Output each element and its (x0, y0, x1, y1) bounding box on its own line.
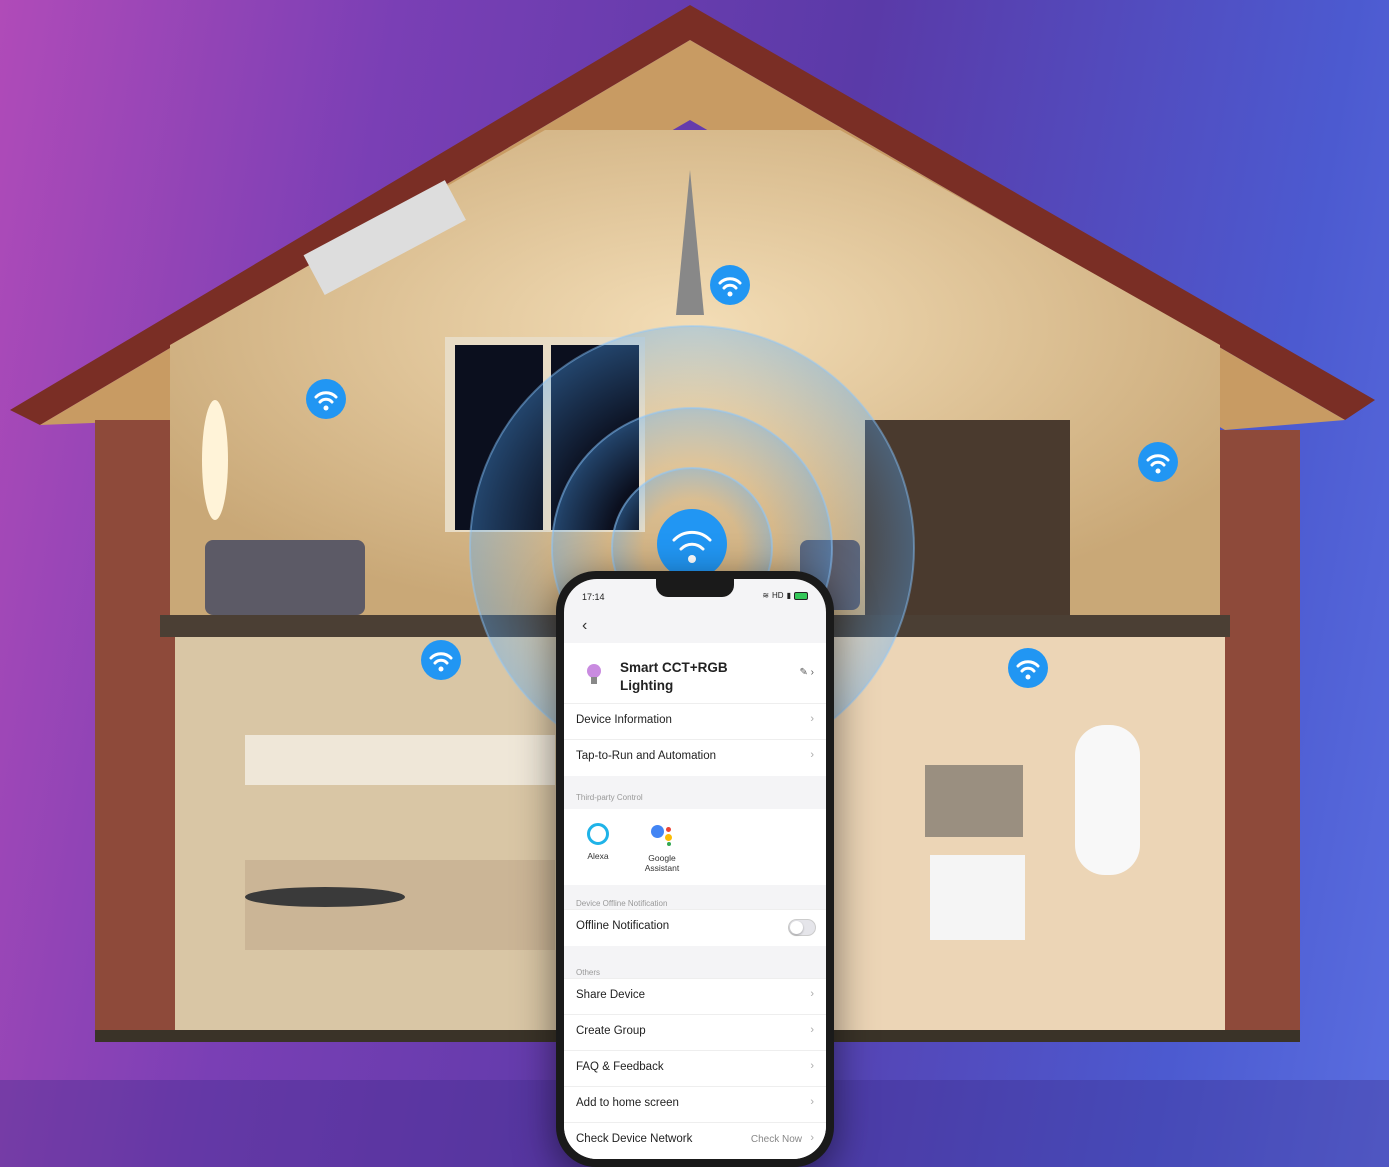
row-label: Offline Notification (576, 920, 670, 932)
row-faq-feedback[interactable]: FAQ & Feedback › (564, 1050, 826, 1087)
chevron-right-icon: › (810, 1096, 814, 1108)
phone-notch (656, 579, 734, 597)
sofa (205, 540, 365, 615)
row-device-information[interactable]: Device Information › (564, 703, 826, 740)
offline-toggle[interactable] (788, 919, 816, 936)
battery-icon (794, 591, 808, 600)
chevron-right-icon: › (810, 749, 814, 761)
brick-wall-right (1220, 430, 1300, 1040)
google-assistant-icon (649, 823, 675, 849)
hd-label: HD (772, 591, 784, 600)
signal-icon: ▮ (786, 591, 791, 600)
row-create-group[interactable]: Create Group › (564, 1014, 826, 1051)
chevron-right-icon: › (810, 713, 814, 725)
wifi-status-icon: ≋ (762, 591, 770, 600)
row-check-device-network[interactable]: Check Device Network Check Now › (564, 1122, 826, 1159)
edit-icon[interactable]: ✎ › (800, 667, 815, 678)
kitchen (175, 637, 560, 1032)
row-label: Check Device Network (576, 1133, 693, 1145)
back-icon[interactable]: ‹ (582, 617, 587, 635)
alexa-button[interactable]: Alexa (576, 823, 620, 861)
section-third-party: Third-party Control (576, 793, 643, 802)
row-label: Tap-to-Run and Automation (576, 750, 717, 762)
section-offline: Device Offline Notification (576, 899, 668, 908)
section-others: Others (576, 968, 601, 977)
row-offline-notification: Offline Notification (564, 909, 826, 946)
row-add-to-home-screen[interactable]: Add to home screen › (564, 1086, 826, 1123)
check-now-value: Check Now (750, 1134, 802, 1145)
alexa-label: Alexa (587, 851, 609, 861)
row-label: Add to home screen (576, 1097, 679, 1109)
row-label: Device Information (576, 714, 672, 726)
google-assistant-label: Google Assistant (644, 853, 680, 873)
row-share-device[interactable]: Share Device › (564, 978, 826, 1015)
alexa-icon (587, 823, 609, 845)
row-label: FAQ & Feedback (576, 1061, 664, 1073)
bulb-icon (587, 664, 601, 684)
chevron-right-icon: › (810, 988, 814, 1000)
row-label: Share Device (576, 989, 646, 1001)
google-assistant-button[interactable]: Google Assistant (640, 823, 684, 873)
smartphone: 17:14 ≋ HD ▮ ‹ Smart CCT+RGB Lighting ✎ … (556, 571, 834, 1167)
brick-wall-left (95, 420, 175, 1040)
device-name: Smart CCT+RGB Lighting (620, 660, 728, 693)
app-screen: 17:14 ≋ HD ▮ ‹ Smart CCT+RGB Lighting ✎ … (564, 579, 826, 1159)
chevron-right-icon: › (810, 1024, 814, 1036)
third-party-panel: Alexa Google Assistant (564, 809, 826, 885)
chevron-right-icon: › (810, 1060, 814, 1072)
status-bar-icons: ≋ HD ▮ (762, 591, 808, 600)
status-time: 17:14 (582, 592, 605, 602)
row-tap-to-run[interactable]: Tap-to-Run and Automation › (564, 739, 826, 776)
row-label: Create Group (576, 1025, 646, 1037)
chevron-right-icon: › (810, 1132, 814, 1144)
bathroom (830, 637, 1225, 1032)
device-header[interactable]: Smart CCT+RGB Lighting ✎ › (564, 643, 826, 703)
